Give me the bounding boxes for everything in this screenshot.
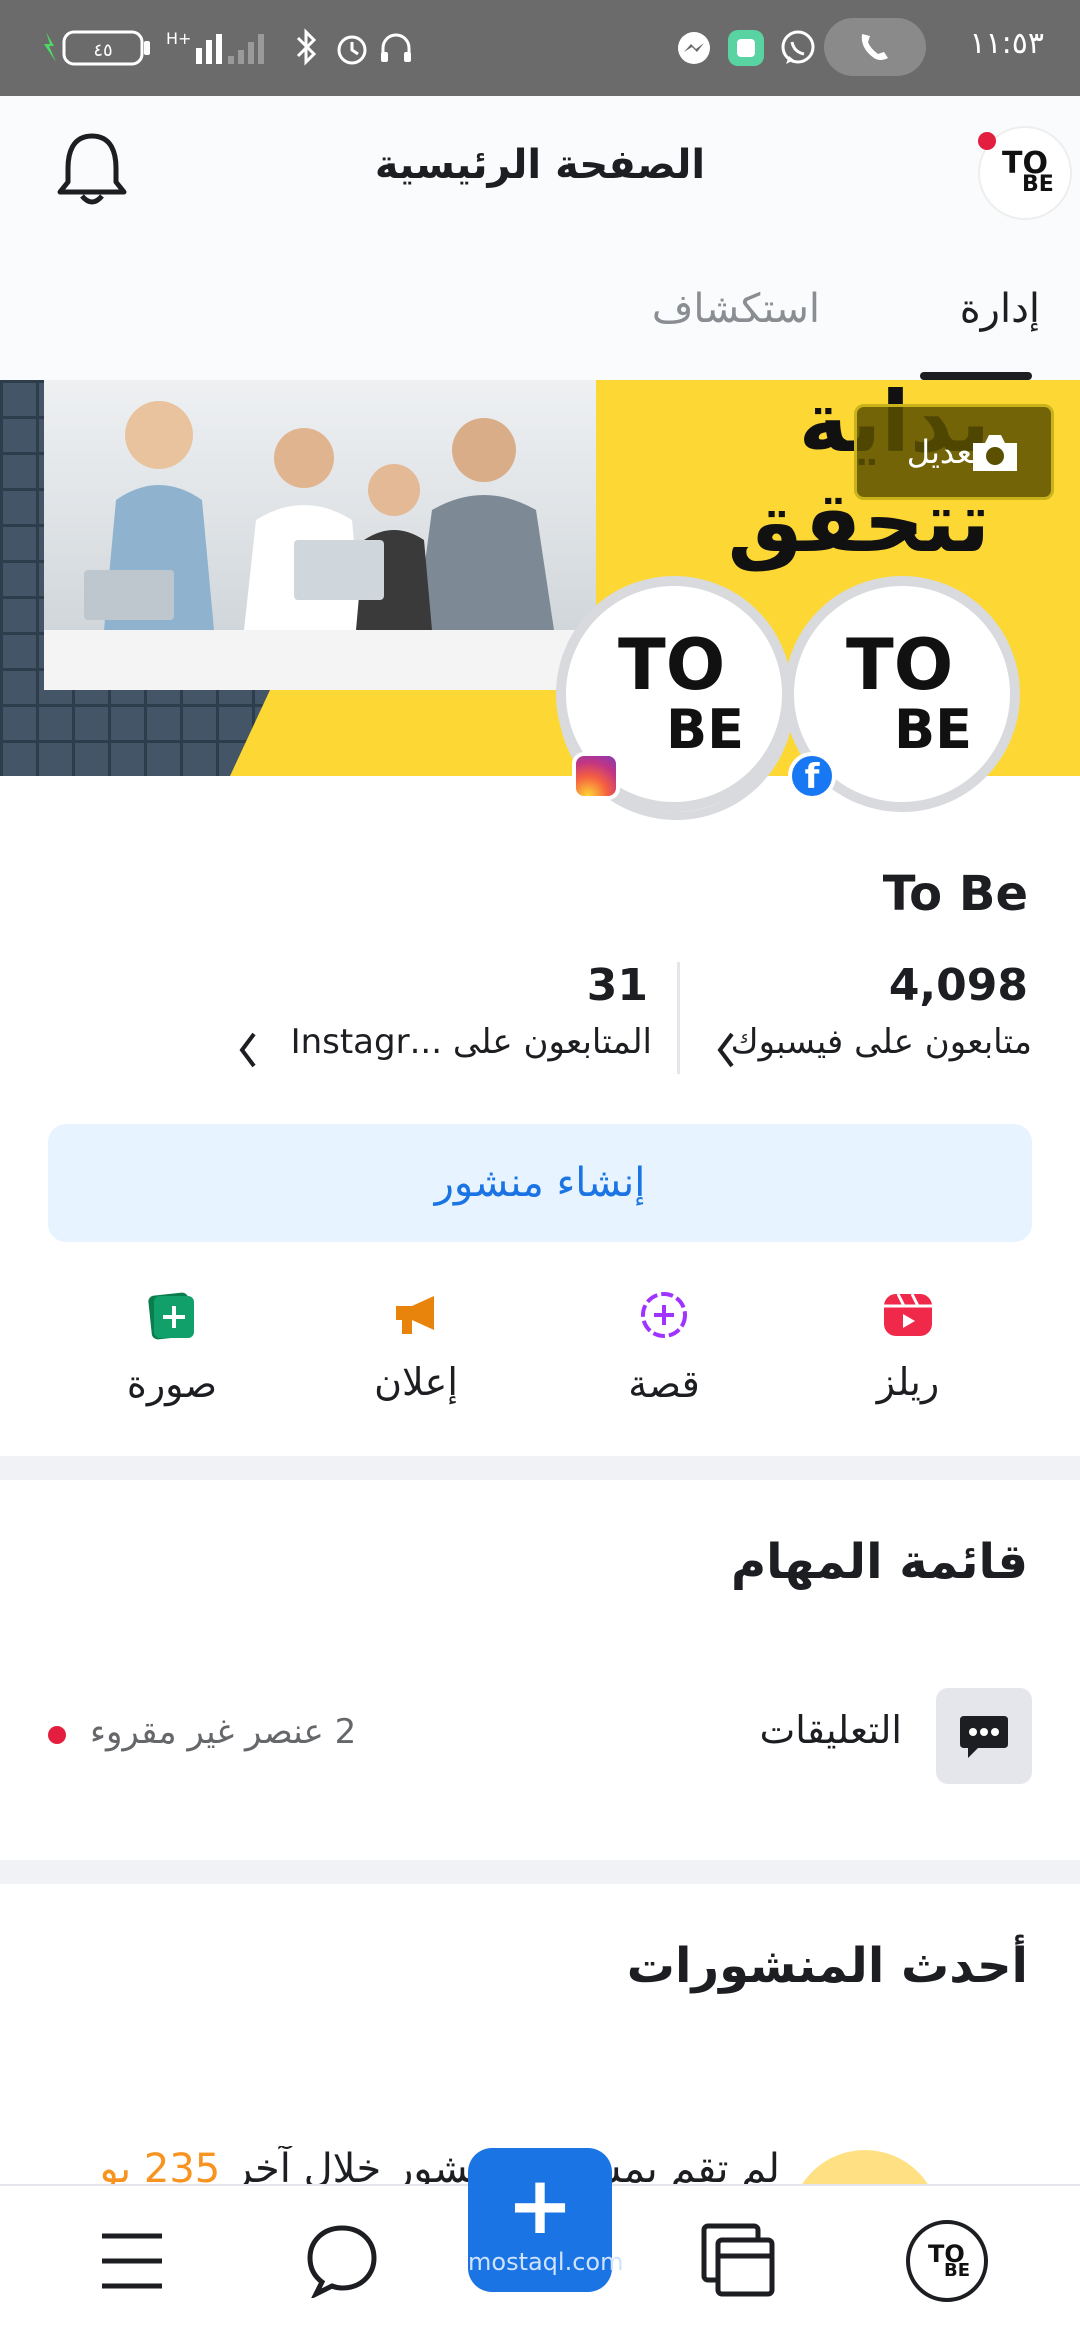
bell-icon[interactable] xyxy=(54,128,130,210)
active-tab-indicator xyxy=(920,372,1032,380)
facebook-followers-count: 4,098 xyxy=(888,960,1028,1011)
page-name: To Be xyxy=(882,866,1028,922)
action-photo-label: صورة xyxy=(126,1362,218,1406)
notification-dot xyxy=(978,132,996,150)
whatsapp-icon xyxy=(781,30,815,64)
logo-text-be: BE xyxy=(944,2260,971,2281)
pages-icon[interactable] xyxy=(700,2222,776,2298)
tab-manage[interactable]: إدارة xyxy=(920,286,1040,332)
menu-icon[interactable] xyxy=(98,2226,166,2296)
signal-icon: H+ xyxy=(166,29,264,64)
instagram-followers-count: 31 xyxy=(586,960,648,1011)
instagram-followers-text: المتابعون على ...Instagr xyxy=(290,1022,652,1062)
action-story-label: قصة xyxy=(628,1362,700,1406)
logo-text-to: TO xyxy=(618,624,726,706)
plus-icon: + xyxy=(506,2159,574,2252)
cover-team-photo xyxy=(44,380,596,690)
action-reels[interactable]: ريلز xyxy=(828,1290,988,1404)
watermark: mostaql.com xyxy=(468,2248,624,2276)
comments-label[interactable]: التعليقات xyxy=(759,1708,902,1752)
story-icon xyxy=(641,1292,687,1338)
chevron-left-icon[interactable] xyxy=(236,1030,260,1070)
section-divider xyxy=(0,1860,1080,1884)
create-fab-button[interactable]: + mostaql.com xyxy=(468,2148,624,2292)
logo-text-be: BE xyxy=(666,698,745,761)
facebook-followers-text: متابعون على فيسبوك xyxy=(730,1022,1032,1062)
edit-cover-button[interactable]: تعديل xyxy=(854,404,1054,500)
unread-dot xyxy=(48,1726,66,1744)
action-ad-label: إعلان xyxy=(374,1360,458,1404)
recent-posts-title: أحدث المنشورات xyxy=(626,1938,1028,1994)
ad-megaphone-icon xyxy=(396,1296,434,1334)
comments-row-icon[interactable] xyxy=(936,1688,1032,1784)
chevron-left-icon[interactable] xyxy=(714,1030,738,1070)
alarm-icon xyxy=(337,35,367,65)
stats-divider xyxy=(677,962,680,1074)
instagram-badge-icon xyxy=(572,752,620,800)
tab-explore[interactable]: استكشاف xyxy=(600,286,820,332)
profile-icon[interactable]: TO BE xyxy=(906,2220,988,2302)
chat-icon[interactable] xyxy=(304,2222,380,2298)
action-reels-label: ريلز xyxy=(876,1360,940,1404)
unread-count: 2 عنصر غير مقروء xyxy=(90,1712,357,1752)
action-story[interactable]: قصة xyxy=(584,1290,744,1406)
instagram-followers-label[interactable]: المتابعون على ...Instagr xyxy=(291,1022,652,1062)
reels-icon xyxy=(884,1293,932,1336)
todo-title: قائمة المهام xyxy=(730,1534,1028,1590)
action-ad[interactable]: إعلان xyxy=(336,1290,496,1404)
facebook-badge-icon: f xyxy=(788,752,836,800)
headphones-icon xyxy=(381,33,411,62)
facebook-followers-label[interactable]: متابعون على فيسبوك xyxy=(731,1022,1032,1062)
photo-icon xyxy=(148,1292,194,1340)
team-illustration xyxy=(44,401,596,690)
bluetooth-icon xyxy=(296,28,317,66)
comment-bubble-icon xyxy=(960,1716,1008,1758)
logo-text-to: TO xyxy=(846,624,954,706)
app-notification-icon xyxy=(728,30,764,66)
status-bar: ٤٥ H+ ١١:٥٣ xyxy=(0,0,1080,96)
logo-text-be: BE xyxy=(894,698,973,761)
logo-text-be: BE xyxy=(1022,172,1054,197)
svg-text:٤٥: ٤٥ xyxy=(93,40,112,61)
ongoing-call-pill[interactable] xyxy=(824,18,926,76)
svg-text:H+: H+ xyxy=(166,29,191,48)
edit-cover-label: تعديل xyxy=(906,433,981,471)
create-post-button[interactable]: إنشاء منشور xyxy=(48,1124,1032,1242)
messenger-icon xyxy=(678,32,710,64)
top-header xyxy=(0,96,1080,380)
clock: ١١:٥٣ xyxy=(969,26,1044,61)
phone-icon xyxy=(861,34,888,60)
page-title: الصفحة الرئيسية xyxy=(374,142,706,188)
action-photo[interactable]: صورة xyxy=(92,1290,252,1406)
battery-icon: ٤٥ xyxy=(44,30,150,66)
section-divider xyxy=(0,1456,1080,1480)
